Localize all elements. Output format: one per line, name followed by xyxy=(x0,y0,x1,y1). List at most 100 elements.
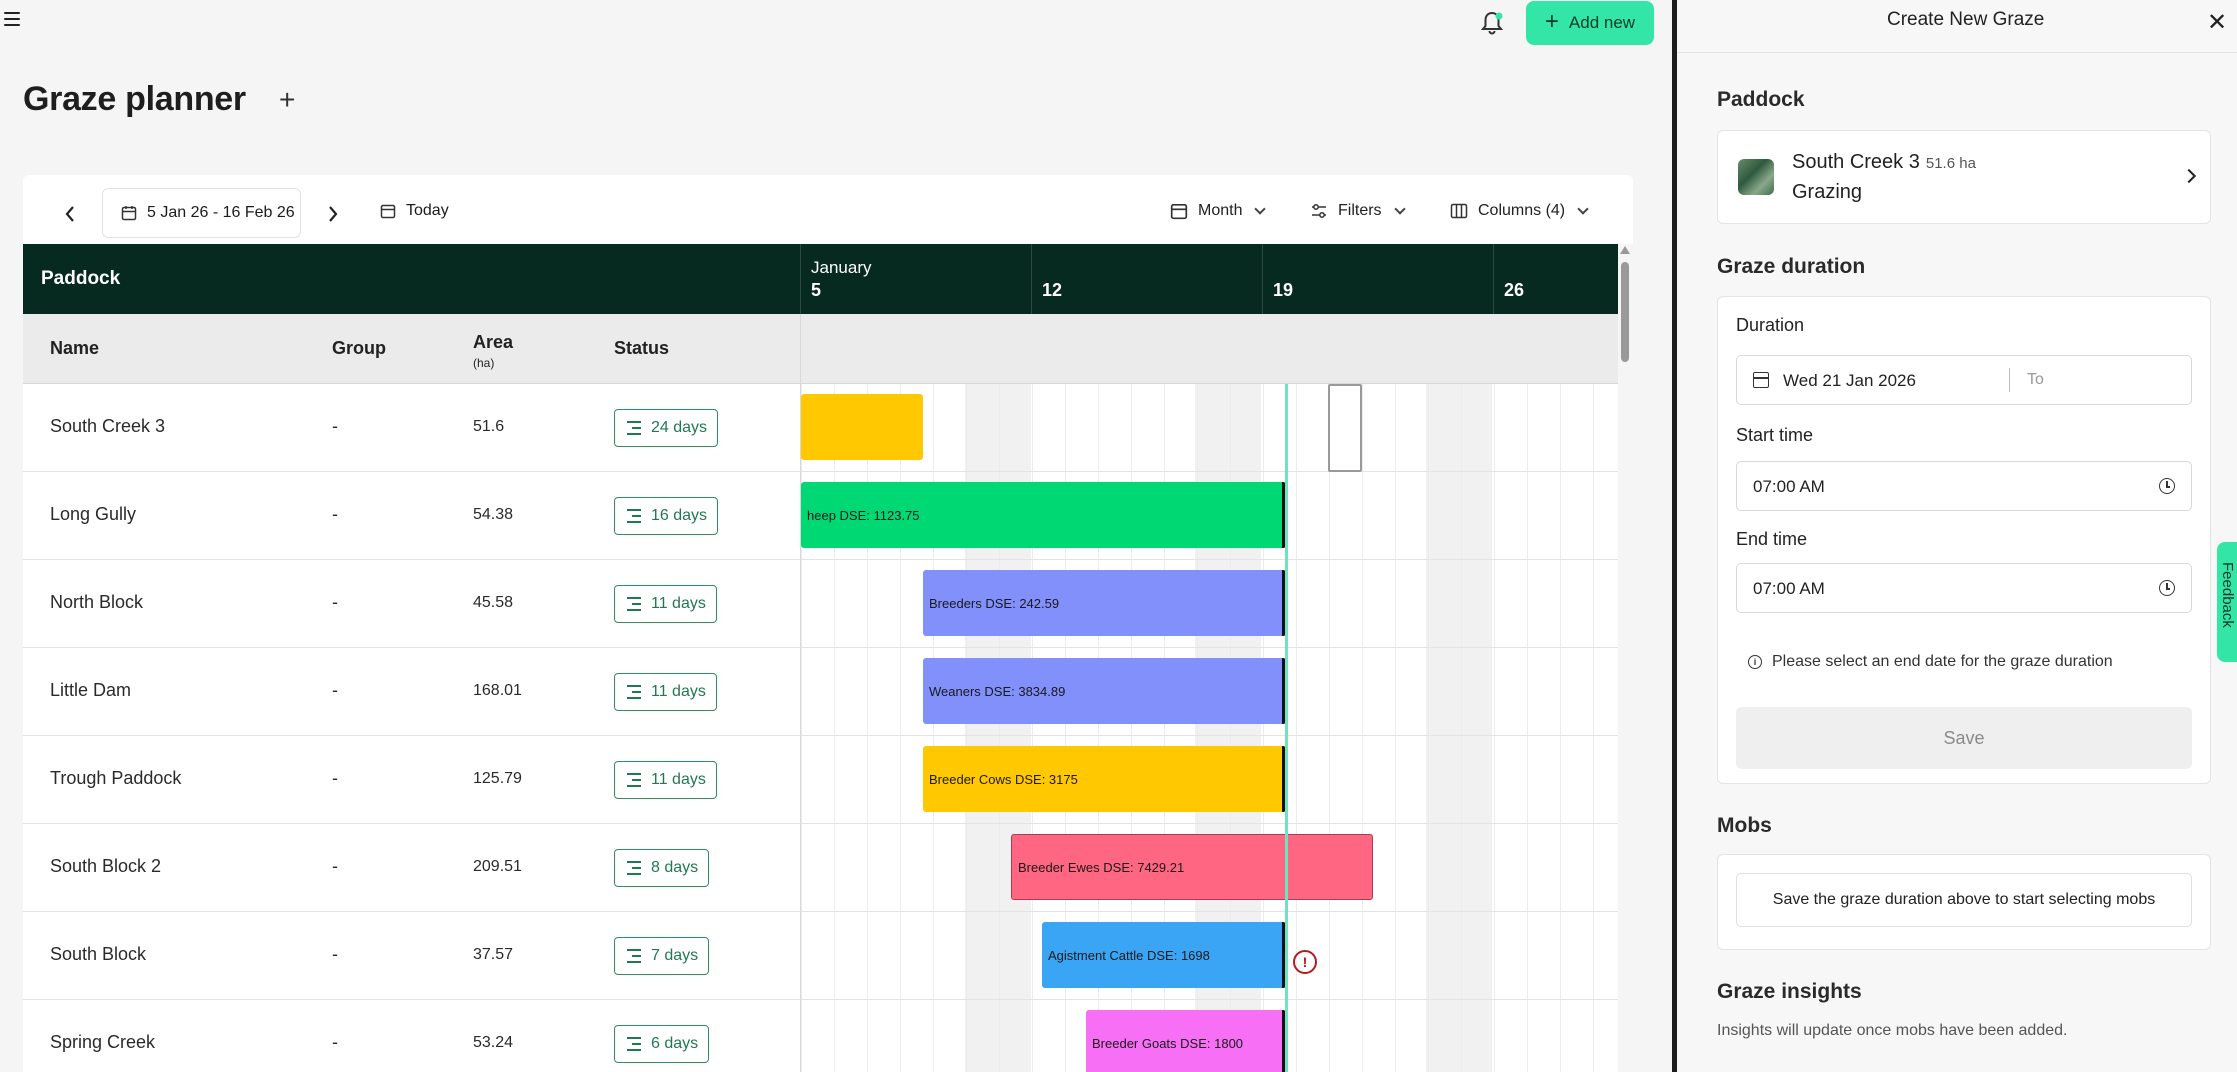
month-label: January xyxy=(811,258,872,277)
table-row[interactable]: Spring Creek - 53.24 6 days xyxy=(23,1000,800,1072)
column-header-name[interactable]: Name xyxy=(50,338,99,359)
end-date-placeholder[interactable]: To xyxy=(2027,371,2044,389)
paddock-name-cell[interactable]: Long Gully xyxy=(50,504,136,525)
hamburger-menu-icon[interactable] xyxy=(4,12,20,26)
today-button[interactable]: Today xyxy=(380,202,449,220)
table-row[interactable]: South Block - 37.57 7 days xyxy=(23,912,800,1000)
paddock-name-cell[interactable]: North Block xyxy=(50,592,143,613)
feedback-tab[interactable]: Feedback xyxy=(2217,542,2237,662)
scrollbar-thumb[interactable] xyxy=(1621,262,1629,362)
date-separator xyxy=(2009,368,2010,392)
column-header-group[interactable]: Group xyxy=(332,338,386,359)
select-mobs-message[interactable]: Save the graze duration above to start s… xyxy=(1736,873,2192,927)
scroll-up-arrow-icon[interactable] xyxy=(1620,246,1630,254)
columns-dropdown[interactable]: Columns (4) xyxy=(1450,202,1589,220)
status-badge[interactable]: 6 days xyxy=(614,1025,710,1063)
status-badge[interactable]: 11 days xyxy=(614,585,717,623)
bars-icon xyxy=(627,949,641,963)
status-badge[interactable]: 24 days xyxy=(614,409,719,447)
table-row[interactable]: South Creek 3 - 51.6 24 days xyxy=(23,384,800,472)
filters-dropdown[interactable]: Filters xyxy=(1310,202,1406,220)
paddock-thumbnail xyxy=(1738,159,1774,195)
graze-bar[interactable]: Breeder Ewes DSE: 7429.21 xyxy=(1011,834,1373,900)
table-row[interactable]: South Block 2 - 209.51 8 days xyxy=(23,824,800,912)
add-new-label: Add new xyxy=(1568,13,1636,32)
add-new-button[interactable]: + Add new xyxy=(1526,1,1654,45)
status-badge[interactable]: 11 days xyxy=(614,761,717,799)
day-gridline xyxy=(1428,384,1429,1072)
table-row[interactable]: Little Dam - 168.01 11 days xyxy=(23,648,800,736)
chevron-down-icon xyxy=(1577,203,1589,215)
end-time-input[interactable]: 07:00 AM xyxy=(1736,563,2192,613)
graze-bar[interactable]: Breeders DSE: 242.59 xyxy=(923,570,1286,636)
week-label: 26 xyxy=(1504,280,1525,300)
graze-insights-section-title: Graze insights xyxy=(1717,980,1862,1003)
status-text: 11 days xyxy=(651,771,706,788)
calendar-icon xyxy=(1753,372,1769,388)
duration-date-range-input[interactable]: Wed 21 Jan 2026 To xyxy=(1736,355,2192,405)
save-button[interactable]: Save xyxy=(1736,707,2192,769)
group-cell: - xyxy=(332,856,338,876)
paddock-name-cell[interactable]: Spring Creek xyxy=(50,1032,155,1053)
week-label: 5 xyxy=(811,280,822,300)
status-badge[interactable]: 11 days xyxy=(614,673,717,711)
status-text: 11 days xyxy=(651,683,706,700)
graze-bar[interactable]: Weaners DSE: 3834.89 xyxy=(923,658,1286,724)
today-label: Today xyxy=(406,202,449,219)
week-divider xyxy=(1031,244,1032,314)
end-time-label: End time xyxy=(1736,529,1808,549)
bars-icon xyxy=(627,597,641,611)
status-badge[interactable]: 16 days xyxy=(614,497,719,535)
group-cell: - xyxy=(332,768,338,788)
bars-icon xyxy=(627,1037,641,1051)
table-row[interactable]: Long Gully - 54.38 16 days xyxy=(23,472,800,560)
status-badge[interactable]: 7 days xyxy=(614,937,710,975)
column-header-status[interactable]: Status xyxy=(614,338,669,359)
notification-bell-icon[interactable] xyxy=(1479,9,1505,37)
column-headers: Name Group Area (ha) Status xyxy=(23,314,800,384)
graze-bar[interactable]: heep DSE: 1123.75 xyxy=(801,482,1286,548)
view-mode-dropdown[interactable]: Month xyxy=(1170,202,1267,220)
column-header-area[interactable]: Area xyxy=(473,332,513,353)
close-icon[interactable]: ✕ xyxy=(2207,8,2227,37)
group-cell: - xyxy=(332,680,338,700)
paddock-name-cell[interactable]: Trough Paddock xyxy=(50,768,181,789)
table-row[interactable]: Trough Paddock - 125.79 11 days xyxy=(23,736,800,824)
row-gridline xyxy=(801,911,1618,912)
graze-bar[interactable]: Breeder Goats DSE: 1800 xyxy=(1086,1010,1286,1072)
end-date-hint: i Please select an end date for the graz… xyxy=(1748,653,2113,671)
paddock-name-cell[interactable]: Little Dam xyxy=(50,680,131,701)
columns-icon xyxy=(1450,203,1468,219)
paddock-group-header: Paddock xyxy=(41,268,121,289)
paddock-name-cell[interactable]: South Block 2 xyxy=(50,856,161,877)
panel-title: Create New Graze xyxy=(1887,9,2045,30)
status-badge[interactable]: 8 days xyxy=(614,849,710,887)
paddock-name-cell[interactable]: South Block xyxy=(50,944,146,965)
start-time-input[interactable]: 07:00 AM xyxy=(1736,461,2192,511)
date-range-picker[interactable]: 5 Jan 26 - 16 Feb 26 xyxy=(102,188,301,238)
scrollbar[interactable] xyxy=(1618,244,1633,1072)
previous-period-button[interactable] xyxy=(60,200,80,228)
bars-icon xyxy=(627,421,641,435)
graze-bar[interactable]: Breeder Cows DSE: 3175 xyxy=(923,746,1286,812)
graze-bar[interactable] xyxy=(801,394,923,460)
timeline-header xyxy=(800,314,1618,384)
chevron-left-icon xyxy=(65,206,74,222)
paddock-name-line: South Creek 3 51.6 ha xyxy=(1792,151,1976,174)
paddock-name-cell[interactable]: South Creek 3 xyxy=(50,416,165,437)
graze-duration-form: Duration Wed 21 Jan 2026 To Start time 0… xyxy=(1717,296,2211,784)
bars-icon xyxy=(627,685,641,699)
next-period-button[interactable] xyxy=(323,200,343,228)
today-marker xyxy=(1285,384,1288,1072)
warning-icon[interactable]: ! xyxy=(1293,950,1317,974)
date-range-label: 5 Jan 26 - 16 Feb 26 xyxy=(147,204,295,221)
add-plan-plus-icon[interactable]: + xyxy=(279,84,295,116)
day-gridline xyxy=(1494,384,1495,1072)
start-time-value: 07:00 AM xyxy=(1753,477,1825,496)
group-cell: - xyxy=(332,416,338,436)
weekend-shade xyxy=(1426,384,1492,1072)
graze-bar[interactable]: Agistment Cattle DSE: 1698 xyxy=(1042,922,1286,988)
paddock-selector[interactable]: South Creek 3 51.6 ha Grazing xyxy=(1717,130,2211,224)
new-graze-placeholder[interactable] xyxy=(1328,384,1362,472)
table-row[interactable]: North Block - 45.58 11 days xyxy=(23,560,800,648)
